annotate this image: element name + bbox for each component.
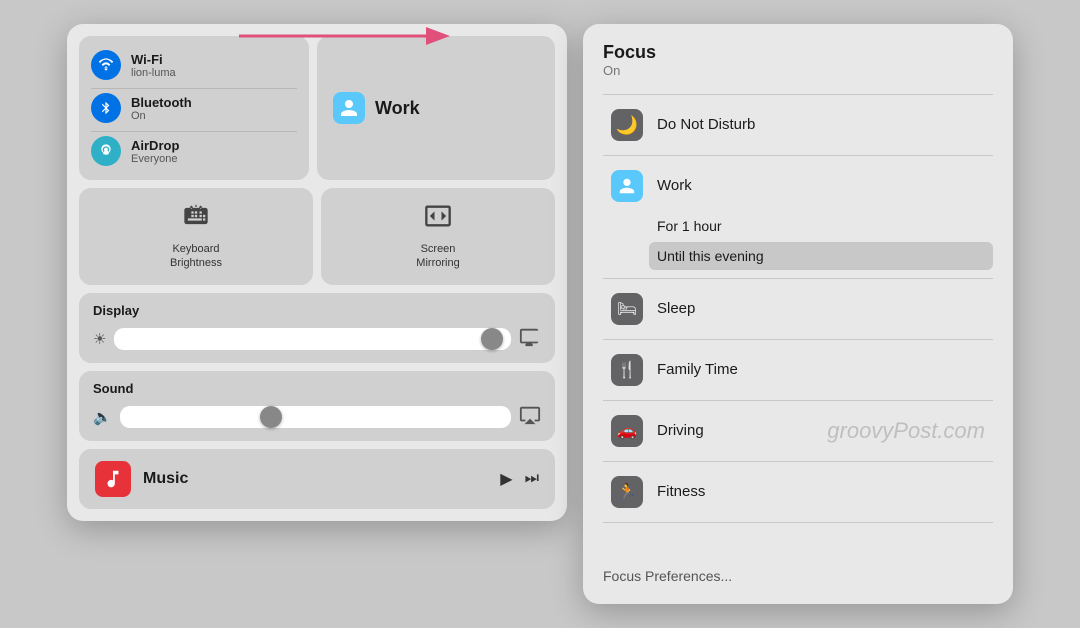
- screen-mirroring-icon: [424, 202, 452, 236]
- divider-2: [603, 155, 993, 156]
- airdrop-text: AirDrop Everyone: [131, 138, 179, 165]
- airdrop-label: AirDrop: [131, 138, 179, 153]
- focus-item-sleep[interactable]: 🛏 Sleep: [603, 283, 993, 335]
- driving-icon: 🚗: [611, 415, 643, 447]
- dnd-text: Do Not Disturb: [657, 116, 985, 134]
- music-block: Music ▶ ⏭: [79, 449, 555, 509]
- network-block: Wi-Fi lion-luma Bluetooth: [79, 36, 309, 180]
- mirroring-icon: [424, 202, 452, 230]
- sound-slider[interactable]: [120, 406, 511, 428]
- work-text: Work: [657, 177, 985, 195]
- airdrop-icon-circle: [91, 136, 121, 166]
- airdrop-icon: [98, 143, 114, 159]
- keyboard-brightness-label: Keyboard Brightness: [170, 242, 222, 271]
- screen-mirroring-label: Screen Mirroring: [416, 242, 459, 271]
- airplay-icon-svg: [519, 404, 541, 426]
- brightness-low-icon: ☀: [93, 330, 106, 348]
- focus-menu-title: Focus: [603, 42, 993, 63]
- person-badge-icon: [339, 98, 359, 118]
- work-sub-1hour[interactable]: For 1 hour: [649, 212, 993, 240]
- bluetooth-item[interactable]: Bluetooth On: [91, 88, 297, 127]
- divider-7: [603, 522, 993, 523]
- groovy-watermark: groovyPost.com: [827, 418, 985, 444]
- dnd-icon: 🌙: [611, 109, 643, 141]
- bluetooth-sub: On: [131, 110, 192, 122]
- bluetooth-icon: [99, 100, 113, 116]
- skip-button[interactable]: ⏭: [525, 470, 539, 488]
- wifi-sub: lion-luma: [131, 67, 176, 79]
- airdrop-sub: Everyone: [131, 153, 179, 165]
- airplay-icon: [519, 404, 541, 431]
- focus-tile-icon: [333, 92, 365, 124]
- fitness-icon: 🏃: [611, 476, 643, 508]
- keyboard-brightness-tile[interactable]: Keyboard Brightness: [79, 188, 313, 285]
- volume-low-icon: 🔈: [93, 408, 112, 426]
- music-app-icon: [95, 461, 131, 497]
- dnd-label: Do Not Disturb: [657, 116, 755, 133]
- work-sub-evening[interactable]: Until this evening: [649, 242, 993, 270]
- play-button[interactable]: ▶: [500, 469, 512, 489]
- divider-6: [603, 461, 993, 462]
- focus-tile[interactable]: Work: [317, 36, 555, 180]
- work-label: Work: [657, 177, 692, 194]
- divider-5: [603, 400, 993, 401]
- focus-item-work[interactable]: Work: [603, 160, 993, 212]
- driving-text: Driving: [657, 422, 813, 440]
- pink-arrow-icon: [239, 18, 459, 54]
- focus-preferences-link[interactable]: Focus Preferences...: [603, 568, 732, 584]
- keyboard-icon: [182, 202, 210, 230]
- top-row: Wi-Fi lion-luma Bluetooth: [79, 36, 555, 180]
- fitness-label: Fitness: [657, 483, 705, 500]
- music-controls: ▶ ⏭: [500, 469, 539, 489]
- focus-tile-label: Work: [375, 98, 420, 119]
- focus-item-driving[interactable]: 🚗 Driving groovyPost.com: [603, 405, 993, 457]
- display-slider-row: ☀: [93, 326, 541, 353]
- work-icon: [611, 170, 643, 202]
- family-icon: 🍴: [611, 354, 643, 386]
- display-slider[interactable]: [114, 328, 511, 350]
- bluetooth-icon-circle: [91, 93, 121, 123]
- main-container: Wi-Fi lion-luma Bluetooth: [67, 24, 1013, 604]
- sound-block: Sound 🔈: [79, 371, 555, 441]
- keyboard-brightness-icon: [182, 202, 210, 236]
- display-block: Display ☀: [79, 293, 555, 363]
- sound-title: Sound: [93, 381, 541, 396]
- focus-menu-status: On: [603, 63, 993, 78]
- work-submenu: For 1 hour Until this evening: [603, 212, 993, 270]
- display-end-icon: [519, 326, 541, 353]
- family-label: Family Time: [657, 361, 738, 378]
- display-title: Display: [93, 303, 541, 318]
- divider-1: [603, 94, 993, 95]
- screen-mirroring-tile[interactable]: Screen Mirroring: [321, 188, 555, 285]
- music-note-icon: [102, 468, 124, 490]
- focus-item-family[interactable]: 🍴 Family Time: [603, 344, 993, 396]
- focus-menu-panel: Focus On 🌙 Do Not Disturb Work For 1 hou…: [583, 24, 1013, 604]
- focus-item-fitness[interactable]: 🏃 Fitness: [603, 466, 993, 518]
- wifi-text: Wi-Fi lion-luma: [131, 52, 176, 79]
- arrow-container: Wi-Fi lion-luma Bluetooth: [79, 36, 555, 180]
- driving-label: Driving: [657, 422, 704, 439]
- family-text: Family Time: [657, 361, 985, 379]
- focus-item-dnd[interactable]: 🌙 Do Not Disturb: [603, 99, 993, 151]
- sleep-icon: 🛏: [611, 293, 643, 325]
- airdrop-item[interactable]: AirDrop Everyone: [91, 131, 297, 170]
- sound-slider-row: 🔈: [93, 404, 541, 431]
- control-center-panel: Wi-Fi lion-luma Bluetooth: [67, 24, 567, 521]
- wifi-icon: [98, 57, 114, 73]
- bluetooth-label: Bluetooth: [131, 95, 192, 110]
- divider-4: [603, 339, 993, 340]
- sleep-text: Sleep: [657, 300, 985, 318]
- wifi-label: Wi-Fi: [131, 52, 176, 67]
- divider-3: [603, 278, 993, 279]
- music-label: Music: [143, 470, 488, 488]
- monitor-icon: [519, 326, 541, 348]
- sleep-label: Sleep: [657, 300, 695, 317]
- focus-preferences: Focus Preferences...: [603, 556, 993, 586]
- work-person-icon: [618, 177, 636, 195]
- bluetooth-text: Bluetooth On: [131, 95, 192, 122]
- wifi-icon-circle: [91, 50, 121, 80]
- fitness-text: Fitness: [657, 483, 985, 501]
- middle-row: Keyboard Brightness Screen Mirroring: [79, 188, 555, 285]
